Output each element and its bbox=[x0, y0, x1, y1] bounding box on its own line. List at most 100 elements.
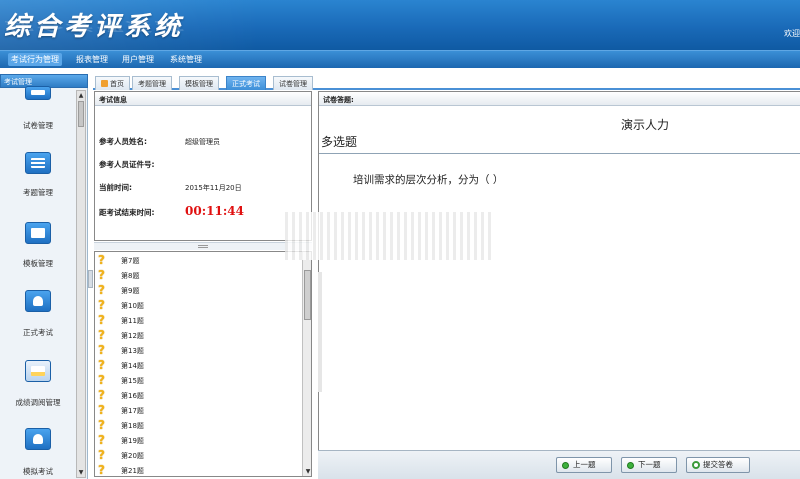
calendar-icon bbox=[25, 360, 51, 382]
sidebar-item-label: 正式考试 bbox=[23, 328, 53, 337]
question-label: 第10题 bbox=[121, 302, 144, 310]
sidebar-item-label: 模拟考试 bbox=[23, 467, 53, 476]
paper-scrollbar[interactable] bbox=[318, 272, 322, 392]
exam-paper-panel: 试卷答题: 演示人力 多选题 培训需求的层次分析，分为（ ） bbox=[318, 91, 800, 477]
list-icon bbox=[25, 152, 51, 174]
sidebar-item-mock-exam[interactable]: 模拟考试 bbox=[6, 428, 70, 479]
question-label: 第11题 bbox=[121, 317, 144, 325]
question-label: 第12题 bbox=[121, 332, 144, 340]
welcome-text: 欢迎 bbox=[784, 29, 800, 38]
list-item[interactable]: ? 第18题 bbox=[97, 418, 297, 433]
menu-reports[interactable]: 报表管理 bbox=[76, 54, 108, 65]
exam-paper-title: 试卷答题: bbox=[323, 96, 354, 104]
sidebar-scrollbar[interactable]: ▲ ▼ bbox=[76, 90, 86, 478]
question-label: 第20题 bbox=[121, 452, 144, 460]
scroll-down-arrow-icon[interactable]: ▼ bbox=[304, 467, 311, 476]
question-list-scrollbar[interactable]: ▼ bbox=[302, 252, 311, 476]
list-item[interactable]: ? 第7题 bbox=[97, 253, 297, 268]
question-label: 第18题 bbox=[121, 422, 144, 430]
menu-exam-behavior[interactable]: 考试行为管理 bbox=[8, 53, 62, 66]
unanswered-question-icon: ? bbox=[98, 418, 105, 432]
next-arrow-icon bbox=[627, 462, 634, 469]
tab-label: 首页 bbox=[110, 80, 124, 88]
app-header: 综合考评系统 综合考评系统 欢迎 bbox=[0, 0, 800, 50]
tab-template-management[interactable]: 模板管理 bbox=[179, 76, 219, 90]
splitter-grip-icon[interactable] bbox=[198, 245, 208, 248]
unanswered-question-icon: ? bbox=[98, 283, 105, 297]
sidebar-item-formal-exam[interactable]: 正式考试 bbox=[6, 290, 70, 350]
left-sidebar: 考试管理 试卷管理 考题管理 模板管理 正式考试 成绩调阅管理 模拟考试 ▲ ▼ bbox=[0, 74, 88, 479]
list-item[interactable]: ? 第16题 bbox=[97, 388, 297, 403]
tab-home[interactable]: 首页 bbox=[95, 76, 130, 90]
home-icon bbox=[101, 80, 108, 87]
next-question-button[interactable]: 下一题 bbox=[621, 457, 677, 473]
tab-paper-management[interactable]: 试卷管理 bbox=[273, 76, 313, 90]
submit-exam-button[interactable]: 提交答卷 bbox=[686, 457, 750, 473]
tab-bar: 首页 考题管理 模板管理 正式考试 试卷管理 bbox=[93, 74, 800, 90]
question-label: 第17题 bbox=[121, 407, 144, 415]
sidebar-item-template-management[interactable]: 模板管理 bbox=[6, 222, 70, 282]
current-time-value: 2015年11月20日 bbox=[185, 184, 242, 192]
tab-formal-exam[interactable]: 正式考试 bbox=[226, 76, 266, 90]
button-label: 提交答卷 bbox=[703, 460, 733, 469]
list-item[interactable]: ? 第10题 bbox=[97, 298, 297, 313]
obscured-region bbox=[285, 212, 495, 260]
scroll-up-arrow-icon[interactable]: ▲ bbox=[77, 91, 85, 100]
list-item[interactable]: ? 第14题 bbox=[97, 358, 297, 373]
sidebar-item-question-management[interactable]: 考题管理 bbox=[6, 152, 70, 212]
scrollbar-thumb[interactable] bbox=[78, 101, 84, 127]
question-label: 第15题 bbox=[121, 377, 144, 385]
list-item[interactable]: ? 第17题 bbox=[97, 403, 297, 418]
panel-splitter[interactable] bbox=[94, 242, 312, 250]
unanswered-question-icon: ? bbox=[98, 373, 105, 387]
list-item[interactable]: ? 第9题 bbox=[97, 283, 297, 298]
unanswered-question-icon: ? bbox=[98, 268, 105, 282]
button-label: 上一题 bbox=[573, 460, 596, 469]
question-label: 第13题 bbox=[121, 347, 144, 355]
prev-arrow-icon bbox=[562, 462, 569, 469]
menu-users[interactable]: 用户管理 bbox=[122, 54, 154, 65]
unanswered-question-icon: ? bbox=[98, 403, 105, 417]
app-title-reflection: 综合考评系统 bbox=[4, 18, 185, 33]
unanswered-question-icon: ? bbox=[98, 433, 105, 447]
question-label: 第16题 bbox=[121, 392, 144, 400]
question-label: 第9题 bbox=[121, 287, 140, 295]
list-item[interactable]: ? 第15题 bbox=[97, 373, 297, 388]
sidebar-item-score-review[interactable]: 成绩调阅管理 bbox=[6, 360, 70, 420]
unanswered-question-icon: ? bbox=[98, 358, 105, 372]
menu-system[interactable]: 系统管理 bbox=[170, 54, 202, 65]
sidebar-item-label: 成绩调阅管理 bbox=[15, 398, 61, 407]
exam-paper-header: 试卷答题: bbox=[319, 92, 800, 106]
question-label: 第8题 bbox=[121, 272, 140, 280]
unanswered-question-icon: ? bbox=[98, 313, 105, 327]
unanswered-question-icon: ? bbox=[98, 298, 105, 312]
examinee-name-value: 超级管理员 bbox=[185, 138, 220, 146]
unanswered-question-icon: ? bbox=[98, 448, 105, 462]
unanswered-question-icon: ? bbox=[98, 388, 105, 402]
list-item[interactable]: ? 第13题 bbox=[97, 343, 297, 358]
mock-exam-icon bbox=[25, 428, 51, 450]
current-time-label: 当前时间: bbox=[99, 183, 132, 192]
scrollbar-thumb[interactable] bbox=[304, 270, 311, 320]
document-icon bbox=[25, 86, 51, 100]
sidebar-collapse-handle[interactable] bbox=[88, 270, 93, 288]
sidebar-item-paper-management[interactable]: 试卷管理 bbox=[6, 86, 70, 146]
unanswered-question-icon: ? bbox=[98, 253, 105, 267]
list-item[interactable]: ? 第12题 bbox=[97, 328, 297, 343]
list-item[interactable]: ? 第8题 bbox=[97, 268, 297, 283]
question-label: 第14题 bbox=[121, 362, 144, 370]
list-item[interactable]: ? 第21题 bbox=[97, 463, 297, 477]
scroll-down-arrow-icon[interactable]: ▼ bbox=[77, 468, 85, 477]
sidebar-item-label: 考题管理 bbox=[23, 188, 53, 197]
examinee-id-label: 参考人员证件号: bbox=[99, 160, 155, 169]
prev-question-button[interactable]: 上一题 bbox=[556, 457, 612, 473]
unanswered-question-icon: ? bbox=[98, 463, 105, 477]
list-item[interactable]: ? 第19题 bbox=[97, 433, 297, 448]
list-item[interactable]: ? 第20题 bbox=[97, 448, 297, 463]
template-icon bbox=[25, 222, 51, 244]
list-item[interactable]: ? 第11题 bbox=[97, 313, 297, 328]
submit-check-icon bbox=[692, 461, 700, 469]
tab-question-management[interactable]: 考题管理 bbox=[132, 76, 172, 90]
button-label: 下一题 bbox=[638, 460, 661, 469]
divider bbox=[319, 153, 800, 154]
